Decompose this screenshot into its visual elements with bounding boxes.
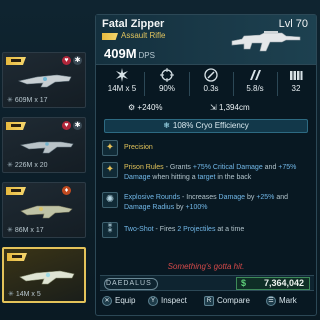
- item-dps: 409M DPS: [104, 46, 155, 61]
- item-type: Assault Rifle: [121, 31, 166, 40]
- dps-value: 409M: [104, 46, 137, 61]
- reload-icon: [204, 68, 218, 82]
- price-box: $ 7,364,042: [236, 277, 310, 290]
- stat-value: 32: [291, 84, 301, 93]
- button-y-icon: Y: [148, 296, 158, 306]
- legendary-rarity-icon: [102, 33, 118, 40]
- manufacturer-price-bar: DAEDALUS $ 7,364,042: [100, 275, 314, 291]
- element-efficiency-bar: ❄ 108% Cryo Efficiency: [104, 119, 308, 133]
- action-label: Equip: [115, 296, 136, 306]
- action-label: Compare: [217, 296, 250, 306]
- currency-icon: $: [241, 278, 247, 288]
- weapon-card-stat: 86M x 17: [14, 227, 44, 234]
- magazine-icon: [290, 71, 303, 80]
- fire-element-icon: ♦: [62, 186, 71, 195]
- item-detail-panel: Fatal Zipper Lvl 70 Assault Rifle 409M DP…: [95, 14, 317, 316]
- perk-explosive-rounds: ✺ Explosive Rounds - Increases Damage by…: [100, 191, 314, 217]
- stat-value: 5.8/s: [246, 84, 264, 93]
- weapon-card[interactable]: ♦ ✳ 86M x 17: [2, 182, 86, 238]
- stat-magazine: 32: [276, 68, 316, 102]
- perk-two-shot: ⁑ Two-Shot - Fires 2 Projectiles at a ti…: [100, 221, 314, 241]
- element-icon: ✱: [73, 121, 82, 130]
- loot-screen: ♥ ✱ ✳ 609M x 17 ♥ ✱ ✳ 226M x 20 ♦ ✳ 86M …: [0, 0, 320, 320]
- damage-icon: ✳: [7, 162, 13, 169]
- weapon-thumbnail-icon: [19, 270, 75, 285]
- fire-rate-icon: [250, 70, 261, 80]
- weapon-card-selected[interactable]: ✳ 14M x 5: [2, 247, 86, 303]
- legendary-rarity-icon: [7, 253, 27, 261]
- damage-icon: ✳: [7, 97, 13, 104]
- perk-name: Precision: [124, 144, 153, 151]
- bonus-row: ⚙ +240% ⇲ 1,394cm: [100, 103, 314, 117]
- stats-row: 14M x 5 90% 0.3s 5.8/s 32: [100, 68, 314, 102]
- inspect-action[interactable]: Y Inspect: [148, 296, 187, 306]
- perk-prison-rules: ✦ Prison Rules - Grants +75% Critical Da…: [100, 161, 314, 187]
- bonus-crit-damage: ⚙ +240%: [128, 103, 163, 112]
- bonus-range: ⇲ 1,394cm: [210, 103, 250, 112]
- favorite-icon: ♥: [62, 56, 71, 65]
- manufacturer-name: DAEDALUS: [106, 280, 152, 287]
- equip-action[interactable]: ✕ Equip: [102, 296, 135, 306]
- stat-value: 14M x 5: [107, 84, 137, 93]
- prison-rules-icon: ✦: [102, 162, 118, 178]
- divider: [189, 72, 190, 96]
- price-value: 7,364,042: [263, 278, 304, 288]
- action-label: Mark: [279, 296, 297, 306]
- perk-name: Prison Rules: [124, 164, 164, 171]
- menu-button-icon: ☰: [266, 296, 276, 306]
- weapon-card-stat: 226M x 20: [14, 162, 48, 169]
- range-icon: ⇲: [210, 103, 217, 112]
- weapon-card[interactable]: ♥ ✱ ✳ 609M x 17: [2, 52, 86, 108]
- button-x-icon: ✕: [102, 296, 112, 306]
- perk-name: Explosive Rounds: [124, 194, 181, 201]
- flavor-text: Something's gotta hit.: [167, 262, 245, 271]
- weapon-thumbnail-icon: [17, 74, 72, 88]
- damage-icon: [116, 68, 128, 82]
- item-name: Fatal Zipper: [102, 18, 165, 30]
- precision-icon: ✦: [102, 140, 118, 156]
- action-bar: ✕ Equip Y Inspect R Compare ☰ Mark: [100, 296, 314, 310]
- assault-rifle-icon: [231, 31, 301, 52]
- mark-action[interactable]: ☰ Mark: [266, 296, 297, 306]
- button-r-icon: R: [204, 296, 214, 306]
- explosive-rounds-icon: ✺: [102, 192, 118, 208]
- bonus-value: 1,394cm: [218, 103, 250, 112]
- weapon-thumbnail-icon: [20, 205, 73, 219]
- stat-reload: 0.3s: [191, 68, 231, 102]
- action-label: Inspect: [161, 296, 187, 306]
- weapon-card-stat: 609M x 17: [14, 97, 48, 104]
- element-efficiency-text: 108% Cryo Efficiency: [172, 121, 249, 130]
- perk-precision: ✦ Precision: [100, 139, 314, 159]
- element-icon: ✱: [73, 56, 82, 65]
- stat-fire-rate: 5.8/s: [235, 68, 275, 102]
- perk-name: Two-Shot: [124, 226, 154, 233]
- weapon-thumbnail-icon: [20, 141, 74, 154]
- compare-action[interactable]: R Compare: [204, 296, 250, 306]
- legendary-rarity-icon: [6, 187, 26, 195]
- bonus-value: +240%: [137, 103, 163, 112]
- weapon-card-stat: 14M x 5: [15, 291, 41, 298]
- dps-unit: DPS: [138, 51, 155, 60]
- stat-damage: 14M x 5: [102, 68, 142, 102]
- legendary-rarity-icon: [6, 57, 26, 65]
- damage-icon: ✳: [7, 227, 13, 234]
- cryo-icon: ❄: [163, 121, 170, 130]
- legendary-rarity-icon: [6, 122, 26, 130]
- stat-value: 0.3s: [203, 84, 219, 93]
- weapon-card[interactable]: ♥ ✱ ✳ 226M x 20: [2, 117, 86, 173]
- crit-damage-icon: ⚙: [128, 103, 136, 112]
- favorite-icon: ♥: [62, 121, 71, 130]
- damage-icon: ✳: [8, 291, 14, 298]
- stat-value: 90%: [158, 84, 175, 93]
- divider: [144, 72, 145, 96]
- weapon-list: ♥ ✱ ✳ 609M x 17 ♥ ✱ ✳ 226M x 20 ♦ ✳ 86M …: [0, 52, 96, 320]
- stat-accuracy: 90%: [147, 68, 187, 102]
- accuracy-icon: [160, 68, 174, 82]
- divider: [233, 72, 234, 96]
- two-shot-icon: ⁑: [102, 222, 118, 238]
- item-header: Fatal Zipper Lvl 70 Assault Rifle 409M DP…: [96, 15, 316, 65]
